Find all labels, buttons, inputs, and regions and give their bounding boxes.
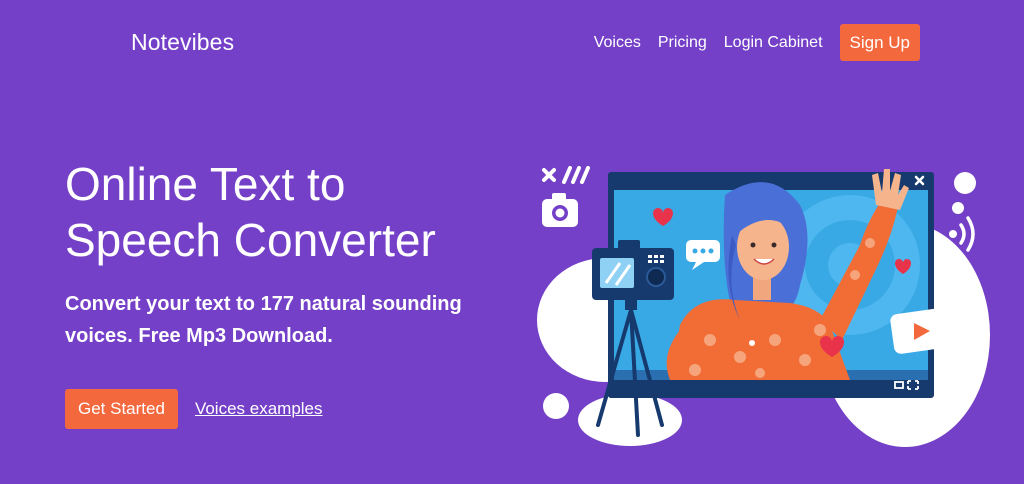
hero-title-line-2: Speech Converter <box>65 214 436 266</box>
hero-subtitle-line-2: voices. Free Mp3 Download. <box>65 325 333 347</box>
play-button-icon <box>890 308 950 354</box>
nav-voices-link[interactable]: Voices <box>594 34 641 52</box>
hero-title: Online Text to Speech Converter <box>65 156 436 268</box>
nav-pricing-link[interactable]: Pricing <box>658 34 707 52</box>
decor-circle-small <box>952 202 964 214</box>
cta-row: Get Started Voices examples <box>65 389 323 429</box>
brand-logo[interactable]: Notevibes <box>131 29 234 56</box>
decor-circle-bottom <box>543 393 569 419</box>
voices-examples-link[interactable]: Voices examples <box>195 399 323 419</box>
sign-up-button[interactable]: Sign Up <box>839 24 920 61</box>
x-slash-decor-icon <box>542 166 590 184</box>
top-navigation-bar: Notevibes Voices Pricing Login Cabinet S… <box>0 0 1024 84</box>
get-started-button[interactable]: Get Started <box>65 389 178 429</box>
camera-icon <box>542 193 578 227</box>
hero-subtitle-line-1: Convert your text to 177 natural soundin… <box>65 293 462 315</box>
hero-title-line-1: Online Text to <box>65 158 346 210</box>
nav-login-cabinet-link[interactable]: Login Cabinet <box>724 34 823 52</box>
decor-circle-large <box>954 172 976 194</box>
hero-illustration <box>537 166 990 447</box>
hero-subtitle: Convert your text to 177 natural soundin… <box>65 288 525 352</box>
main-nav: Voices Pricing Login Cabinet Sign Up <box>594 24 920 61</box>
